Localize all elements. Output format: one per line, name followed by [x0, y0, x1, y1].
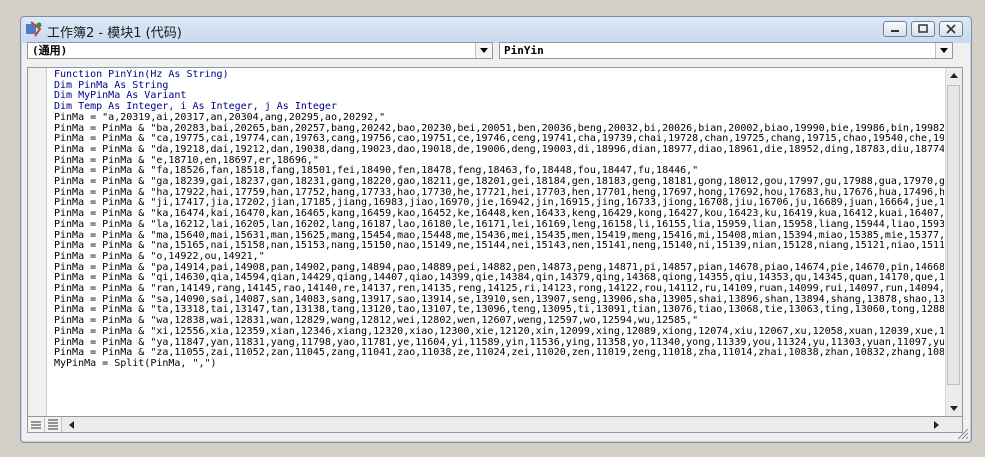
scroll-down-button[interactable]: [946, 400, 962, 416]
code-line[interactable]: PinMa = "a,20319,ai,20317,an,20304,ang,2…: [54, 112, 944, 124]
window-title: 工作簿2 - 模块1 (代码): [47, 26, 182, 41]
maximize-icon: [918, 24, 928, 33]
code-line[interactable]: PinMa = PinMa & "xi,12556,xia,12359,xian…: [54, 326, 944, 338]
code-line[interactable]: MyPinMa = Split(PinMa, ","): [54, 358, 944, 370]
code-area[interactable]: Function PinYin(Hz As String) Dim PinMa A…: [54, 70, 944, 416]
close-icon: [946, 24, 956, 34]
scroll-right-button[interactable]: [928, 417, 944, 432]
arrow-up-icon: [950, 73, 958, 78]
chevron-down-icon: [480, 48, 488, 53]
code-line[interactable]: PinMa = PinMa & "la,16212,lai,16205,lan,…: [54, 219, 944, 231]
procedure-dropdown-value: PinYin: [504, 44, 544, 57]
maximize-button[interactable]: [911, 21, 935, 37]
title-bar[interactable]: 工作簿2 - 模块1 (代码): [21, 17, 971, 43]
chevron-down-icon: [940, 48, 948, 53]
minimize-button[interactable]: [883, 21, 907, 37]
object-dropdown-value: (通用): [32, 44, 68, 57]
scroll-left-button[interactable]: [64, 417, 80, 432]
procedure-bar: (通用) PinYin: [27, 42, 953, 60]
vba-module-icon: [26, 21, 42, 37]
close-button[interactable]: [939, 21, 963, 37]
full-module-view-button[interactable]: [45, 417, 62, 432]
object-dropdown[interactable]: (通用): [27, 42, 493, 59]
arrow-right-icon: [934, 421, 939, 429]
arrow-down-icon: [950, 406, 958, 411]
procedure-view-icon: [31, 421, 41, 429]
full-module-view-icon: [48, 419, 58, 430]
vertical-scrollbar[interactable]: [945, 68, 962, 416]
horizontal-scroll-bar: [27, 417, 963, 433]
code-line[interactable]: Function PinYin(Hz As String): [54, 70, 944, 81]
minimize-icon: [891, 30, 899, 32]
code-editor[interactable]: Function PinYin(Hz As String) Dim PinMa A…: [27, 67, 963, 417]
procedure-dropdown[interactable]: PinYin: [499, 42, 953, 59]
arrow-left-icon: [69, 421, 74, 429]
margin-indicator-bar[interactable]: [28, 68, 47, 416]
code-window: 工作簿2 - 模块1 (代码) (通用) PinYin Function Pin…: [20, 16, 972, 443]
procedure-dropdown-arrow[interactable]: [935, 43, 952, 58]
scroll-up-button[interactable]: [946, 68, 962, 84]
procedure-view-button[interactable]: [28, 417, 45, 432]
resize-grip-icon[interactable]: [955, 426, 969, 440]
object-dropdown-arrow[interactable]: [475, 43, 492, 58]
vertical-scroll-thumb[interactable]: [947, 85, 960, 385]
code-line[interactable]: Dim PinMa As String: [54, 80, 944, 92]
